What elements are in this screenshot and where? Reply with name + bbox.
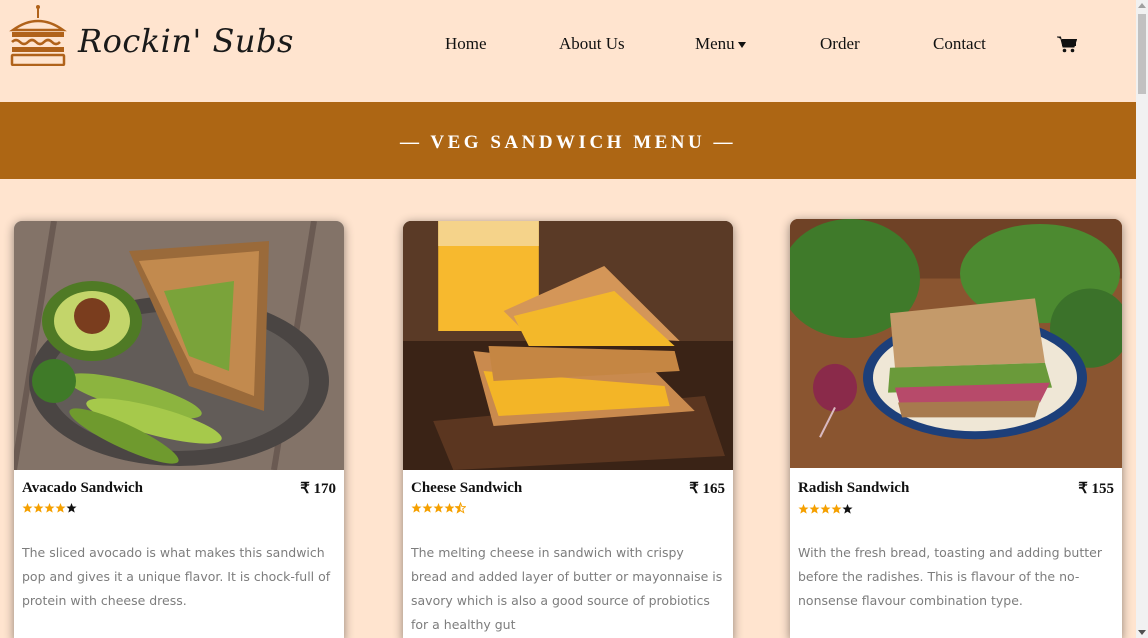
product-price: ₹ 170 [300, 481, 336, 497]
star-full-icon [411, 502, 422, 513]
product-card-avacado[interactable]: Avacado Sandwich ₹ 170 The sliced avocad… [14, 221, 344, 638]
sandwich-logo-icon[interactable] [9, 4, 67, 66]
nav-order[interactable]: Order [820, 34, 860, 56]
product-card-radish[interactable]: Radish Sandwich ₹ 155 With the fresh bre… [790, 219, 1122, 638]
avocado-sandwich-photo [14, 221, 344, 470]
product-description: The melting cheese in sandwich with cris… [411, 545, 723, 632]
star-full-icon [444, 502, 455, 513]
cart-icon[interactable] [1057, 36, 1077, 53]
star-full-icon [831, 503, 842, 514]
star-full-icon [798, 503, 809, 514]
page-scrollbar[interactable] [1136, 0, 1148, 638]
product-name: Cheese Sandwich [411, 480, 523, 496]
nav-menu-label: Menu [695, 34, 735, 53]
menu-banner: — VEG SANDWICH MENU — [0, 102, 1136, 179]
nav-about-us[interactable]: About Us [559, 34, 625, 56]
rating-stars [411, 502, 466, 516]
product-price: ₹ 155 [1078, 481, 1114, 497]
star-full-icon [44, 502, 55, 513]
star-full-icon [33, 502, 44, 513]
scroll-down-arrow-icon[interactable] [1138, 630, 1146, 635]
star-full-icon [422, 502, 433, 513]
star-full-icon [55, 502, 66, 513]
cheese-sandwich-photo [403, 221, 733, 470]
scroll-up-arrow-icon[interactable] [1138, 3, 1146, 8]
star-empty-icon [66, 502, 77, 513]
banner-title: — VEG SANDWICH MENU — [399, 132, 736, 153]
nav-menu-dropdown[interactable]: Menu [695, 34, 746, 56]
product-description: With the fresh bread, toasting and addin… [798, 545, 1102, 608]
nav-home[interactable]: Home [445, 34, 487, 56]
star-half-icon [455, 502, 466, 514]
star-full-icon [820, 503, 831, 514]
caret-down-icon [737, 42, 746, 49]
rating-stars [22, 502, 77, 516]
rating-stars [798, 503, 853, 517]
radish-sandwich-photo [790, 219, 1122, 468]
star-full-icon [22, 502, 33, 513]
star-empty-icon [842, 503, 853, 514]
product-name: Avacado Sandwich [22, 480, 143, 496]
nav-contact[interactable]: Contact [933, 34, 986, 56]
brand-name[interactable]: Rockin' Subs [78, 22, 294, 60]
product-card-cheese[interactable]: Cheese Sandwich ₹ 165 The melting cheese… [403, 221, 733, 638]
star-full-icon [809, 503, 820, 514]
product-description: The sliced avocado is what makes this sa… [22, 545, 331, 608]
site-header: Rockin' Subs Home About Us Menu Order Co… [0, 0, 1136, 102]
star-full-icon [433, 502, 444, 513]
product-price: ₹ 165 [689, 481, 725, 497]
product-name: Radish Sandwich [798, 480, 910, 496]
scrollbar-thumb[interactable] [1138, 14, 1146, 94]
